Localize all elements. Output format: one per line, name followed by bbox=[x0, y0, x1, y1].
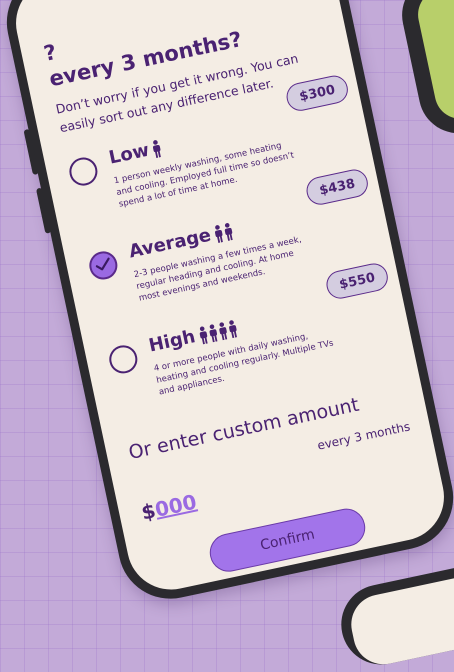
option-high-label: High bbox=[146, 326, 198, 357]
phone-frame: ? every 3 months? Don’t worry if you get… bbox=[0, 0, 454, 609]
phone-screen: ? every 3 months? Don’t worry if you get… bbox=[7, 0, 453, 598]
custom-amount-value[interactable]: 000 bbox=[153, 490, 199, 522]
person-icon bbox=[153, 140, 162, 158]
option-low-label: Low bbox=[107, 139, 152, 169]
option-low-title: Low bbox=[107, 137, 164, 170]
phone-side-button bbox=[35, 187, 52, 234]
background-phone-top bbox=[394, 0, 454, 141]
option-average-radio[interactable] bbox=[86, 248, 120, 283]
option-high-radio[interactable] bbox=[106, 342, 140, 376]
phone-side-button bbox=[23, 128, 39, 176]
custom-amount-input[interactable]: $000 bbox=[139, 490, 198, 525]
confirm-button[interactable]: Confirm bbox=[206, 505, 369, 576]
background-phone-screen bbox=[413, 0, 454, 124]
background-phone-bottom bbox=[333, 552, 454, 672]
background-phone-screen bbox=[345, 563, 454, 670]
people-icons bbox=[197, 319, 239, 345]
usage-estimate-form: ? every 3 months? Don’t worry if you get… bbox=[8, 0, 452, 598]
people-icons bbox=[213, 222, 235, 244]
custom-amount-period: every 3 months bbox=[316, 419, 412, 453]
check-icon bbox=[95, 257, 110, 271]
option-low-radio[interactable] bbox=[66, 154, 101, 189]
people-icons bbox=[151, 139, 164, 158]
